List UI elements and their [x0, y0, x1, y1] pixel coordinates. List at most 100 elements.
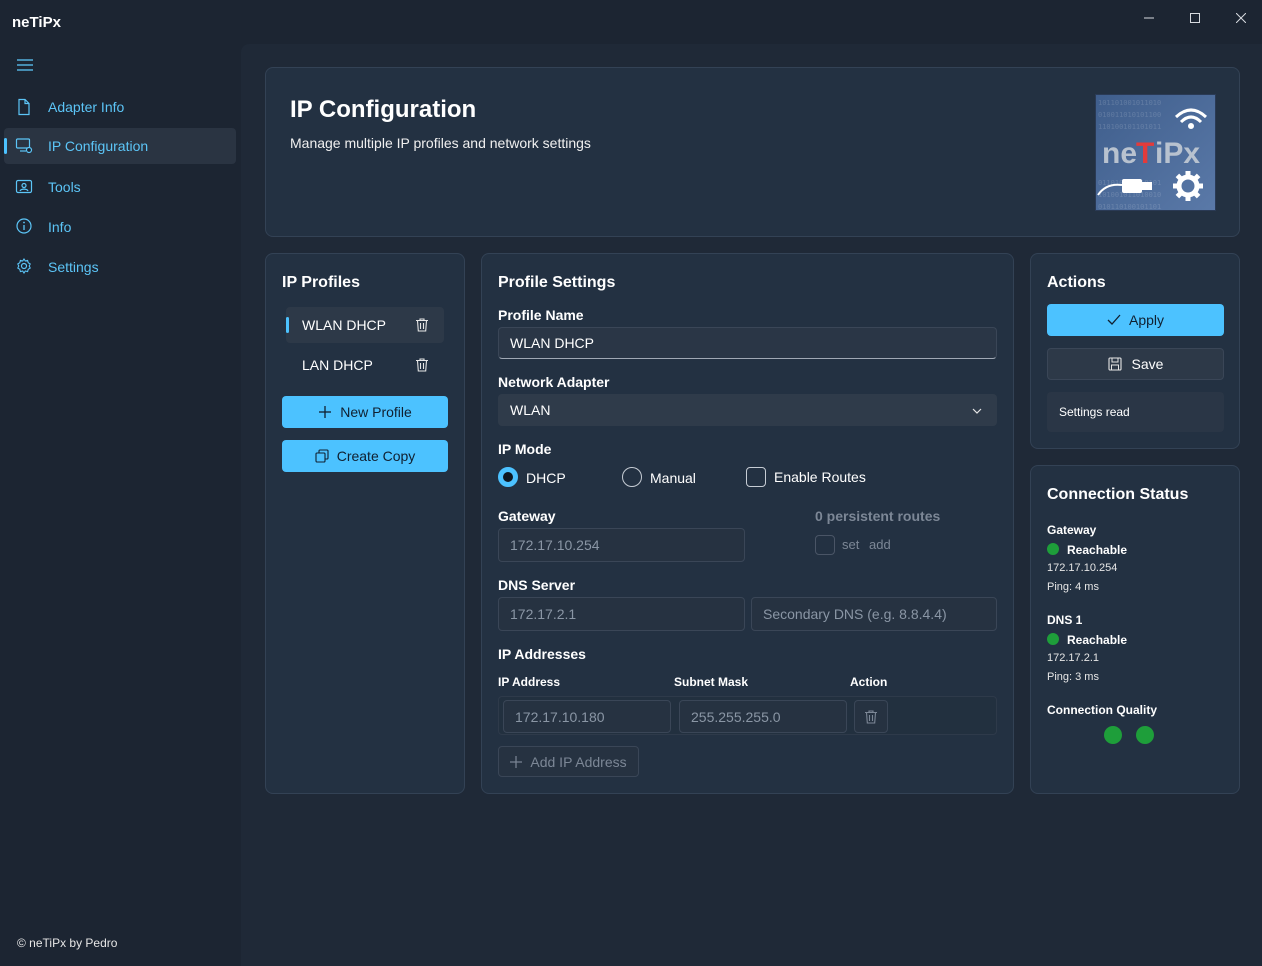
sidebar-item-ip-configuration[interactable]: IP Configuration — [4, 128, 236, 164]
sidebar-item-label: Settings — [48, 259, 99, 275]
trash-icon — [865, 709, 877, 724]
gear-icon — [17, 258, 31, 275]
create-copy-button[interactable]: Create Copy — [282, 440, 448, 472]
gateway-input[interactable]: 172.17.10.254 — [498, 528, 745, 562]
gateway-label: Gateway — [498, 508, 556, 524]
settings-title: Profile Settings — [498, 274, 616, 291]
enable-routes-checkbox[interactable] — [746, 467, 766, 487]
save-label: Save — [1131, 356, 1164, 372]
close-button[interactable] — [1218, 6, 1262, 30]
gateway-ip: 172.17.10.254 — [1047, 562, 1118, 574]
sidebar-item-label: Tools — [48, 179, 81, 195]
gateway-reachable: Reachable — [1067, 543, 1128, 557]
new-profile-label: New Profile — [340, 404, 412, 420]
profile-item-lan-dhcp[interactable]: LAN DHCP — [286, 347, 444, 383]
contact-card-icon — [15, 179, 33, 194]
chevron-down-icon — [972, 408, 982, 414]
ip-address-value: 172.17.10.180 — [515, 708, 605, 725]
subnet-mask-value: 255.255.255.0 — [691, 708, 781, 725]
secondary-dns-input[interactable]: Secondary DNS (e.g. 8.8.4.4) — [751, 597, 997, 631]
sidebar-item-tools[interactable]: Tools — [4, 169, 236, 205]
ip-address-input[interactable]: 172.17.10.180 — [503, 700, 671, 733]
status-message: Settings read — [1047, 392, 1224, 432]
status-text: Settings read — [1059, 405, 1130, 419]
create-copy-label: Create Copy — [336, 448, 416, 464]
profile-label: WLAN DHCP — [302, 317, 387, 333]
actions-title: Actions — [1047, 274, 1106, 291]
quality-indicator-dot — [1136, 726, 1154, 744]
profile-item-wlan-dhcp[interactable]: WLAN DHCP — [286, 307, 444, 343]
add-ip-address-label: Add IP Address — [530, 753, 627, 770]
svg-text:110100101101011: 110100101101011 — [1098, 123, 1161, 131]
network-adapter-value: WLAN — [510, 402, 551, 418]
persistent-routes-label: 0 persistent routes — [815, 508, 941, 524]
apply-button[interactable]: Apply — [1047, 304, 1224, 336]
document-icon — [18, 98, 30, 116]
apply-label: Apply — [1128, 312, 1165, 328]
title-bar: neTiPx — [0, 0, 1262, 44]
routes-checkbox[interactable] — [815, 535, 835, 555]
hamburger-icon[interactable] — [16, 58, 34, 72]
gateway-ping: Ping: 4 ms — [1047, 581, 1099, 593]
routes-add-label: add — [869, 537, 891, 552]
primary-dns-value: 172.17.2.1 — [510, 606, 577, 622]
header-card: IP Configuration Manage multiple IP prof… — [265, 67, 1240, 237]
sidebar-item-label: Adapter Info — [48, 99, 125, 115]
trash-icon[interactable] — [414, 317, 430, 333]
profile-label: LAN DHCP — [302, 357, 373, 373]
routes-set-label: set — [842, 537, 860, 552]
gateway-value: 172.17.10.254 — [510, 537, 600, 553]
sidebar-item-label: IP Configuration — [48, 138, 149, 154]
secondary-dns-placeholder: Secondary DNS (e.g. 8.8.4.4) — [763, 606, 947, 622]
add-ip-address-button[interactable]: Add IP Address — [498, 746, 639, 777]
enable-routes-label: Enable Routes — [774, 469, 866, 485]
dhcp-radio-label: DHCP — [526, 470, 566, 486]
manual-radio[interactable] — [622, 467, 642, 487]
svg-text:iPx: iPx — [1155, 137, 1200, 170]
network-config-icon — [15, 138, 33, 154]
sidebar-item-settings[interactable]: Settings — [4, 249, 236, 285]
col-subnet-mask: Subnet Mask — [674, 675, 749, 689]
dns-status-dot — [1047, 633, 1059, 645]
profile-settings-card: Profile Settings Profile Name WLAN DHCP … — [481, 253, 1014, 794]
subnet-mask-input[interactable]: 255.255.255.0 — [679, 700, 847, 733]
info-icon — [16, 218, 32, 234]
maximize-button[interactable] — [1172, 6, 1218, 30]
network-adapter-label: Network Adapter — [498, 374, 610, 390]
primary-dns-input[interactable]: 172.17.2.1 — [498, 597, 745, 631]
checkmark-icon — [1107, 314, 1121, 325]
svg-text:ne: ne — [1102, 137, 1137, 170]
gateway-status-label: Gateway — [1047, 523, 1097, 537]
close-icon — [1236, 13, 1246, 23]
profile-name-input[interactable]: WLAN DHCP — [498, 327, 997, 359]
minimize-button[interactable] — [1126, 6, 1172, 30]
delete-ip-button[interactable] — [854, 700, 888, 733]
dns-ip: 172.17.2.1 — [1047, 652, 1099, 664]
save-button[interactable]: Save — [1047, 348, 1224, 380]
network-adapter-select[interactable]: WLAN — [498, 394, 997, 426]
col-ip-address: IP Address — [498, 675, 561, 689]
connection-status-card: Connection Status Gateway Reachable 172.… — [1030, 465, 1240, 794]
svg-text:T: T — [1136, 137, 1154, 170]
minimize-icon — [1144, 17, 1154, 19]
svg-text:010011010101100: 010011010101100 — [1098, 111, 1161, 119]
actions-card: Actions Apply Save Settings read — [1030, 253, 1240, 449]
manual-radio-label: Manual — [650, 470, 696, 486]
dhcp-radio[interactable] — [498, 467, 518, 487]
sidebar-item-info[interactable]: Info — [4, 209, 236, 245]
page-subtitle: Manage multiple IP profiles and network … — [290, 135, 591, 151]
profile-name-label: Profile Name — [498, 307, 584, 323]
ip-mode-label: IP Mode — [498, 441, 552, 457]
connection-status-title: Connection Status — [1047, 486, 1189, 503]
dns-ping: Ping: 3 ms — [1047, 671, 1099, 683]
dns-reachable: Reachable — [1067, 633, 1128, 647]
sidebar-item-adapter-info[interactable]: Adapter Info — [4, 89, 236, 125]
page-title: IP Configuration — [290, 96, 477, 123]
gateway-status-dot — [1047, 543, 1059, 555]
trash-icon[interactable] — [414, 357, 430, 373]
new-profile-button[interactable]: New Profile — [282, 396, 448, 428]
footer-copyright: © neTiPx by Pedro — [17, 936, 118, 950]
plus-icon — [319, 406, 332, 418]
profile-name-value: WLAN DHCP — [510, 335, 595, 351]
save-icon — [1107, 357, 1122, 371]
